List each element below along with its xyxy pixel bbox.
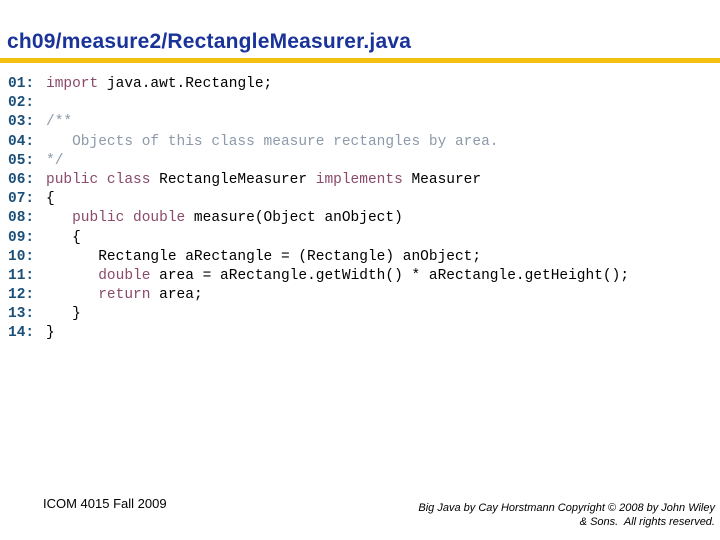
line-number: 09: <box>8 229 35 246</box>
code-text: java.awt.Rectangle; <box>98 76 273 92</box>
line-number: 07: <box>8 191 35 208</box>
code-comment: /** <box>46 114 73 131</box>
code-keyword: import <box>46 76 99 92</box>
code-line: 09: { <box>8 229 629 248</box>
code-line: 11: double area = aRectangle.getWidth() … <box>8 267 629 286</box>
line-number: 02: <box>8 95 35 112</box>
line-number: 08: <box>8 210 35 227</box>
line-number: 10: <box>8 248 35 265</box>
line-number: 05: <box>8 152 35 169</box>
code-line: 05: */ <box>8 152 629 171</box>
code-line: 14:} <box>8 324 629 343</box>
code-line: 04: Objects of this class measure rectan… <box>8 133 629 152</box>
code-line: 13: } <box>8 305 629 324</box>
code-line: 03: /** <box>8 113 629 132</box>
code-keyword: return <box>98 287 151 304</box>
code-text: { <box>46 191 55 208</box>
slide-title: ch09/measure2/RectangleMeasurer.java <box>7 30 412 53</box>
code-line: 07: { <box>8 190 629 209</box>
copyright-line-1: Big Java by Cay Horstmann Copyright © 20… <box>418 502 715 514</box>
code-text: measure(Object anObject) <box>185 210 403 227</box>
code-text: area; <box>150 287 203 304</box>
code-text: } <box>46 325 55 342</box>
line-number: 06: <box>8 171 35 188</box>
code-keyword: double <box>98 267 151 284</box>
line-number: 12: <box>8 287 35 304</box>
course-footer: ICOM 4015 Fall 2009 <box>43 496 167 511</box>
line-number: 03: <box>8 114 35 131</box>
code-comment: */ <box>46 152 64 169</box>
copyright-footer: Big Java by Cay Horstmann Copyright © 20… <box>375 501 715 529</box>
code-line: 12: return area; <box>8 286 629 305</box>
code-text: Rectangle aRectangle = (Rectangle) anObj… <box>46 248 482 265</box>
code-text: area = aRectangle.getWidth() * aRectangl… <box>150 267 630 284</box>
line-number: 11: <box>8 267 35 284</box>
code-text: RectangleMeasurer <box>150 171 316 188</box>
code-text: Measurer <box>402 171 482 188</box>
code-keyword: public class <box>46 171 151 188</box>
code-keyword: implements <box>315 171 403 188</box>
line-number: 04: <box>8 133 35 150</box>
code-text: { <box>46 229 81 246</box>
code-line: 10: Rectangle aRectangle = (Rectangle) a… <box>8 248 629 267</box>
code-comment: Objects of this class measure rectangles… <box>46 133 499 150</box>
line-number: 13: <box>8 306 35 323</box>
code-line: 02: <box>8 94 629 113</box>
line-number: 14: <box>8 325 35 342</box>
code-listing: 01: import java.awt.Rectangle; 02: 03: /** 04… <box>8 75 629 344</box>
code-text: } <box>46 306 81 323</box>
code-keyword: public double <box>72 210 186 227</box>
line-number: 01: <box>8 76 35 92</box>
title-underline-divider <box>0 58 720 63</box>
code-line: 01: import java.awt.Rectangle; <box>8 75 629 94</box>
code-line: 06: public class RectangleMeasurer implem… <box>8 171 629 190</box>
copyright-line-2: & Sons. All rights reserved. <box>579 516 715 528</box>
code-line: 08: public double measure(Object anObjec… <box>8 209 629 228</box>
